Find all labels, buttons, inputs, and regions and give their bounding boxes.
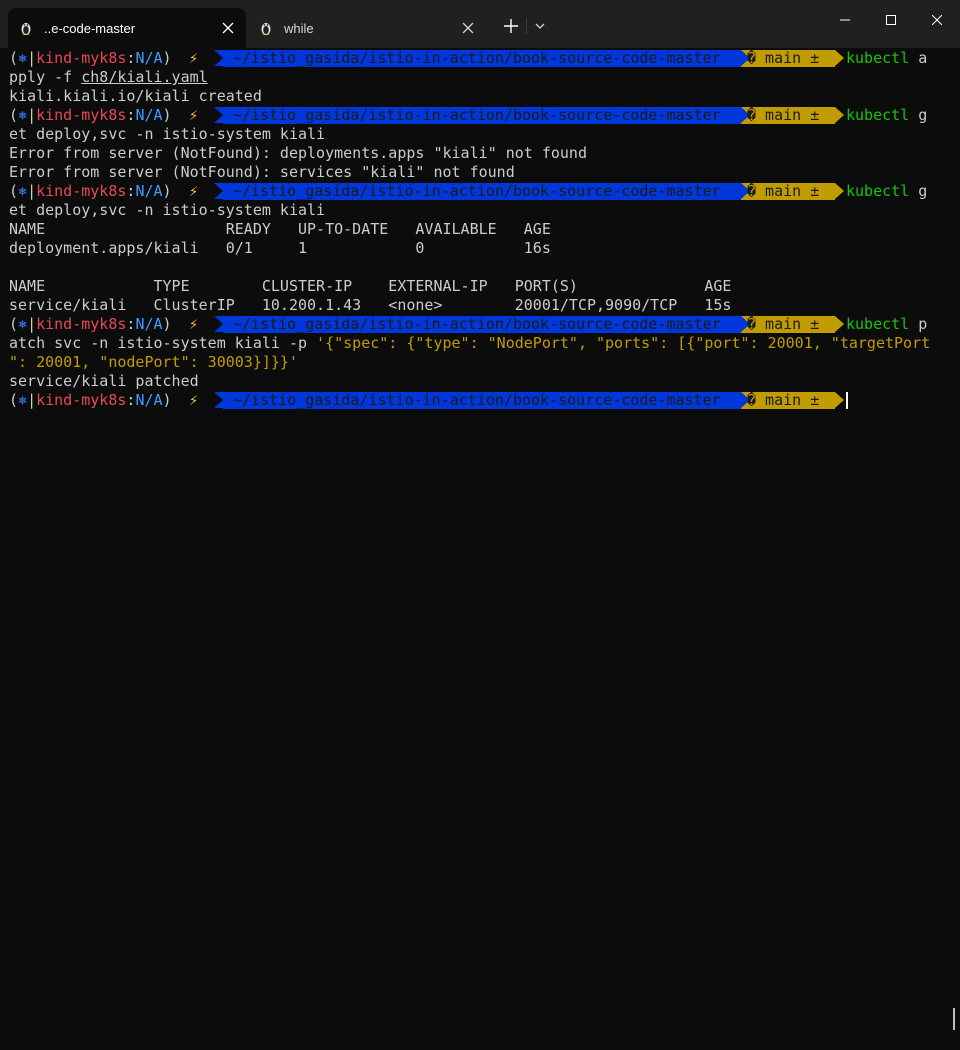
kube-context: (⎈|kind-myk8s:N/A) (9, 182, 172, 200)
command-text: kubectl p (846, 315, 928, 333)
kube-context: (⎈|kind-myk8s:N/A) (9, 49, 172, 67)
lightning-icon: ⚡ (189, 315, 199, 333)
output-line: service/kiali patched (9, 372, 199, 390)
error-line: Error from server (NotFound): services "… (9, 163, 515, 181)
close-icon (932, 15, 942, 25)
text-cursor[interactable] (846, 392, 848, 409)
command-continuation: ": 20001, "nodePort": 30003}]}}' (9, 353, 298, 371)
command-continuation: et deploy,svc -n istio-system kiali (9, 125, 326, 143)
kubernetes-icon: ⎈ (18, 106, 28, 124)
minimize-icon (840, 19, 850, 21)
command-text: kubectl a (846, 49, 928, 67)
maximize-button[interactable] (868, 0, 914, 40)
table-row: deployment.apps/kiali 0/1 1 0 16s (9, 239, 551, 257)
tab-while[interactable]: while (248, 8, 486, 48)
maximize-icon (886, 15, 896, 25)
tab-book-source-code-master[interactable]: ..e-code-master (8, 8, 246, 48)
current-path: ~/istio_gasida/istio-in-action/book-sour… (233, 49, 721, 67)
plus-icon (504, 19, 518, 33)
current-path: ~/istio_gasida/istio-in-action/book-sour… (233, 315, 721, 333)
scrollbar-thumb[interactable] (953, 1008, 955, 1030)
kubernetes-icon: ⎈ (18, 391, 28, 409)
git-branch: � main ± (747, 391, 820, 409)
prompt-line: (⎈|kind-myk8s:N/A) ⚡ ~/istio_gasida/isti… (9, 106, 939, 125)
git-branch: � main ± (747, 182, 820, 200)
table-header: NAME READY UP-TO-DATE AVAILABLE AGE (9, 220, 551, 238)
prompt-line: (⎈|kind-myk8s:N/A) ⚡ ~/istio_gasida/isti… (9, 315, 939, 334)
current-path: ~/istio_gasida/istio-in-action/book-sour… (233, 106, 721, 124)
command-text: kubectl g (846, 182, 928, 200)
table-header: NAME TYPE CLUSTER-IP EXTERNAL-IP PORT(S)… (9, 277, 732, 295)
output-line: kiali.kiali.io/kiali created (9, 87, 262, 105)
kube-context: (⎈|kind-myk8s:N/A) (9, 391, 172, 409)
lightning-icon: ⚡ (189, 391, 199, 409)
kube-context: (⎈|kind-myk8s:N/A) (9, 315, 172, 333)
lightning-icon: ⚡ (189, 182, 199, 200)
command-continuation: atch svc -n istio-system kiali -p '{"spe… (9, 334, 931, 352)
kubernetes-icon: ⎈ (18, 49, 28, 67)
current-path: ~/istio_gasida/istio-in-action/book-sour… (233, 182, 721, 200)
kubernetes-icon: ⎈ (18, 182, 28, 200)
divider (526, 18, 527, 34)
git-branch: � main ± (747, 106, 820, 124)
terminal-output[interactable]: (⎈|kind-myk8s:N/A) ⚡ ~/istio_gasida/isti… (9, 48, 939, 1038)
tab-label: ..e-code-master (44, 20, 136, 36)
prompt-line: (⎈|kind-myk8s:N/A) ⚡ ~/istio_gasida/isti… (9, 49, 939, 68)
table-row: service/kiali ClusterIP 10.200.1.43 <non… (9, 296, 732, 314)
kube-context: (⎈|kind-myk8s:N/A) (9, 106, 172, 124)
current-path: ~/istio_gasida/istio-in-action/book-sour… (233, 391, 721, 409)
lightning-icon: ⚡ (189, 106, 199, 124)
git-branch: � main ± (747, 315, 820, 333)
close-icon[interactable] (456, 16, 480, 40)
kubernetes-icon: ⎈ (18, 315, 28, 333)
command-continuation: et deploy,svc -n istio-system kiali (9, 201, 326, 219)
error-line: Error from server (NotFound): deployment… (9, 144, 587, 162)
close-icon[interactable] (216, 16, 240, 40)
new-tab-button[interactable] (497, 12, 525, 40)
window-close-button[interactable] (914, 0, 960, 40)
chevron-down-icon (535, 23, 545, 29)
prompt-line: (⎈|kind-myk8s:N/A) ⚡ ~/istio_gasida/isti… (9, 391, 939, 410)
command-continuation: pply -f ch8/kiali.yaml (9, 68, 208, 86)
prompt-line: (⎈|kind-myk8s:N/A) ⚡ ~/istio_gasida/isti… (9, 182, 939, 201)
minimize-button[interactable] (822, 0, 868, 40)
tab-label: while (284, 20, 314, 36)
tux-icon (21, 23, 31, 35)
lightning-icon: ⚡ (189, 49, 199, 67)
title-bar: ..e-code-master while (0, 0, 960, 48)
git-branch: � main ± (747, 49, 820, 67)
command-text: kubectl g (846, 106, 928, 124)
tab-dropdown-button[interactable] (528, 12, 552, 40)
tux-icon (261, 23, 271, 35)
